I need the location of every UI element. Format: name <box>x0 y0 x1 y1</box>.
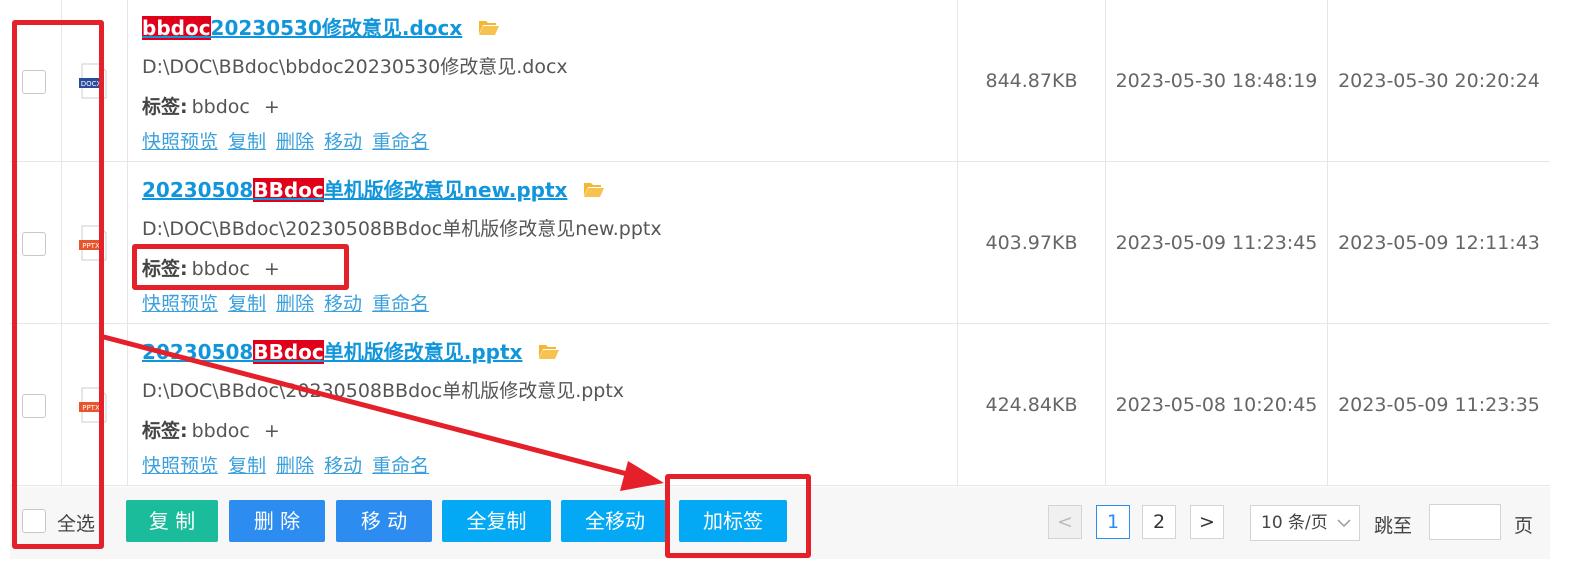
annotation-arrow <box>99 333 664 491</box>
